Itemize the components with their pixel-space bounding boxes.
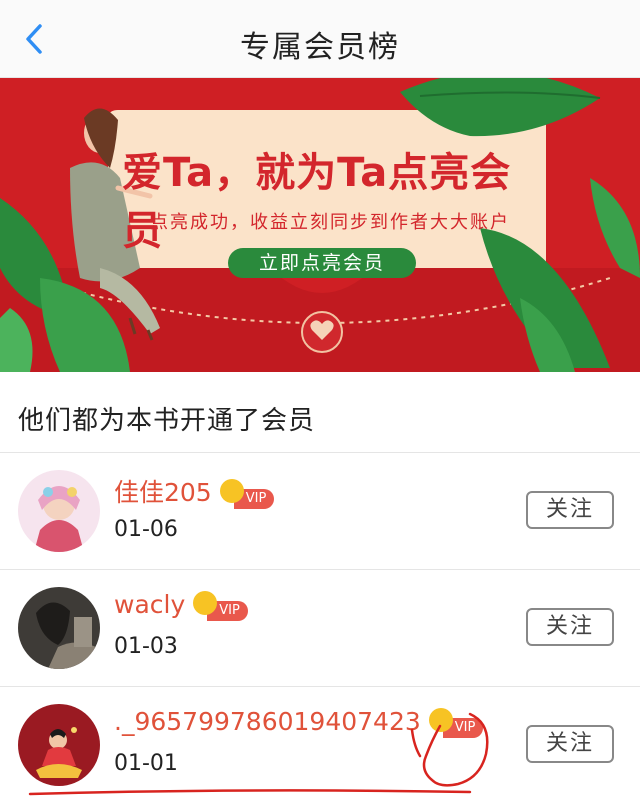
avatar[interactable] bbox=[18, 704, 100, 786]
member-name[interactable]: ._965799786019407423 VIP bbox=[114, 707, 484, 738]
avatar[interactable] bbox=[18, 470, 100, 552]
vip-badge: VIP bbox=[219, 479, 275, 509]
banner-subtitle: 点亮成功，收益立刻同步到作者大大账户 bbox=[150, 212, 510, 233]
banner-headline: 爱Ta，就为Ta点亮会员 bbox=[122, 150, 512, 254]
member-date: 01-03 bbox=[114, 634, 178, 659]
follow-button[interactable]: 关注 bbox=[526, 608, 614, 646]
promo-banner[interactable]: 爱Ta，就为Ta点亮会员 点亮成功，收益立刻同步到作者大大账户 立即点亮会员 bbox=[0, 78, 640, 372]
member-date: 01-06 bbox=[114, 517, 178, 542]
section-title: 他们都为本书开通了会员 bbox=[18, 406, 316, 436]
member-date: 01-01 bbox=[114, 751, 178, 776]
nav-bar: 专属会员榜 bbox=[0, 0, 640, 78]
light-up-member-button[interactable]: 立即点亮会员 bbox=[228, 248, 416, 278]
follow-button[interactable]: 关注 bbox=[526, 491, 614, 529]
vip-crown-icon bbox=[219, 479, 244, 503]
follow-button[interactable]: 关注 bbox=[526, 725, 614, 763]
vip-badge: VIP bbox=[428, 708, 484, 738]
member-row: wacly VIP 01-03 关注 bbox=[0, 570, 640, 686]
member-row: ._965799786019407423 VIP 01-01 关注 bbox=[0, 687, 640, 799]
vip-badge: VIP bbox=[193, 591, 248, 621]
avatar[interactable] bbox=[18, 587, 100, 669]
member-name[interactable]: 佳佳205 VIP bbox=[114, 473, 275, 509]
page-title: 专属会员榜 bbox=[240, 30, 400, 65]
member-name-text: ._965799786019407423 bbox=[114, 707, 421, 736]
member-name-text: wacly bbox=[114, 590, 186, 619]
member-name-text: 佳佳205 bbox=[114, 478, 212, 507]
member-name[interactable]: wacly VIP bbox=[114, 590, 248, 621]
member-row: 佳佳205 VIP 01-06 关注 bbox=[0, 453, 640, 569]
vip-crown-icon bbox=[428, 708, 453, 732]
